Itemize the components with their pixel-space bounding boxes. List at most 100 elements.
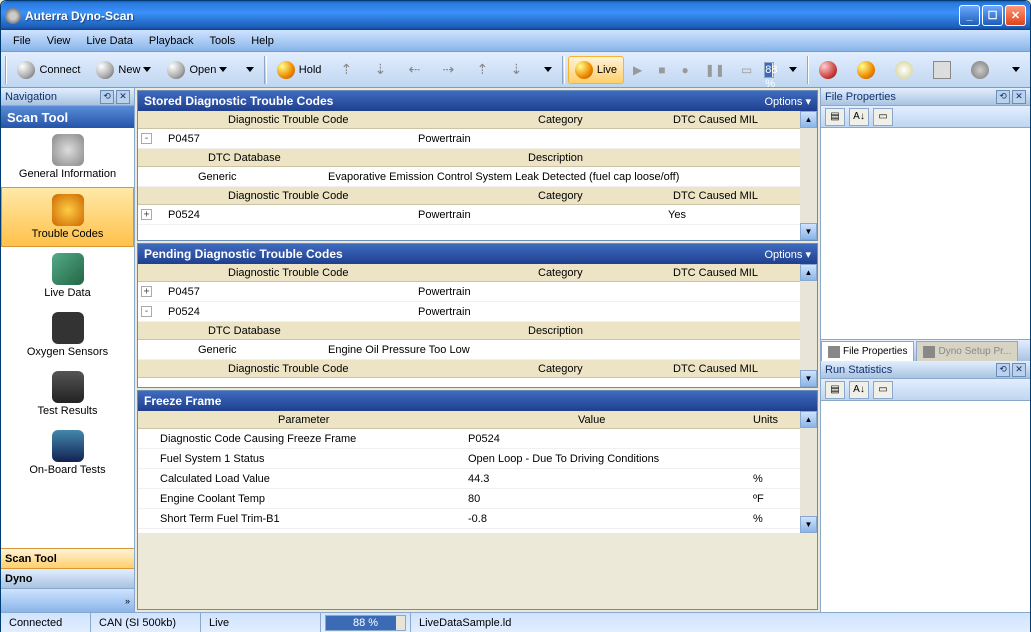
nav-onboard-tests[interactable]: On-Board Tests (1, 424, 134, 483)
grip[interactable] (807, 56, 809, 84)
dropdown-button[interactable] (779, 56, 804, 84)
scroll-up[interactable]: ▲ (800, 264, 817, 281)
stored-row-p0524[interactable]: + P0524 Powertrain Yes (138, 205, 817, 225)
arrow-btn-1[interactable]: ⇡ (330, 56, 362, 84)
tool-btn-1[interactable] (812, 56, 848, 84)
scroll-up[interactable]: ▲ (800, 111, 817, 128)
tool-btn-3[interactable] (926, 56, 962, 84)
pin-button[interactable]: ⟲ (100, 90, 114, 104)
expand-button[interactable]: + (141, 286, 152, 297)
sort-button[interactable]: A↓ (849, 108, 869, 126)
scrollbar[interactable]: ▲▼ (800, 111, 817, 240)
scroll-down[interactable]: ▼ (800, 516, 817, 533)
pin-button[interactable]: ⟲ (996, 90, 1010, 104)
arrow-btn-3[interactable]: ⇠ (398, 56, 430, 84)
live-button[interactable]: Live (568, 56, 624, 84)
nav-test-results[interactable]: Test Results (1, 365, 134, 424)
new-button[interactable]: New (89, 56, 158, 84)
menu-playback[interactable]: Playback (141, 33, 202, 49)
arrow-btn-6[interactable]: ⇣ (500, 56, 532, 84)
scroll-up[interactable]: ▲ (800, 411, 817, 428)
collapse-button[interactable]: - (141, 306, 152, 317)
open-button[interactable]: Open (160, 56, 234, 84)
scroll-down[interactable]: ▼ (800, 370, 817, 387)
nav-general-information[interactable]: General Information (1, 128, 134, 187)
hold-icon (277, 61, 295, 79)
pending-title: Pending Diagnostic Trouble Codes (144, 247, 343, 261)
pending-row-p0524[interactable]: - P0524 Powertrain (138, 302, 817, 322)
arrow-icon: ⇢ (439, 61, 457, 79)
menu-tools[interactable]: Tools (202, 33, 244, 49)
freeze-row[interactable]: Fuel System 1 StatusOpen Loop - Due To D… (138, 449, 817, 469)
menu-livedata[interactable]: Live Data (78, 33, 140, 49)
freeze-row[interactable]: Calculated Load Value44.3% (138, 469, 817, 489)
arrow-icon: ⇡ (473, 61, 491, 79)
close-button[interactable]: ✕ (1005, 5, 1026, 26)
menu-file[interactable]: File (5, 33, 39, 49)
arrow-btn-5[interactable]: ⇡ (466, 56, 498, 84)
sort-button[interactable]: A↓ (849, 381, 869, 399)
stored-row-p0457[interactable]: - P0457 Powertrain (138, 129, 817, 149)
freeze-row[interactable]: Diagnostic Code Causing Freeze FrameP052… (138, 429, 817, 449)
stored-columns-2: Diagnostic Trouble Code Category DTC Cau… (138, 187, 817, 205)
scrollbar[interactable]: ▲▼ (800, 411, 817, 533)
dropdown-button[interactable] (236, 56, 261, 84)
pin-button[interactable]: ⟲ (996, 363, 1010, 377)
hold-button[interactable]: Hold (270, 56, 329, 84)
menu-help[interactable]: Help (243, 33, 282, 49)
props-button[interactable]: ▭ (873, 108, 893, 126)
categorize-button[interactable]: ▤ (825, 108, 845, 126)
menu-view[interactable]: View (39, 33, 79, 49)
nav-live-data[interactable]: Live Data (1, 247, 134, 306)
status-file: LiveDataSample.ld (411, 613, 1030, 632)
dropdown-button[interactable] (1002, 56, 1027, 84)
arrow-btn-2[interactable]: ⇣ (364, 56, 396, 84)
tool-btn-2[interactable] (850, 56, 886, 84)
pause-button[interactable]: ❚❚ (698, 56, 732, 84)
arrow-up-icon: ⇡ (337, 61, 355, 79)
connect-icon (17, 61, 35, 79)
panel-close-button[interactable]: ✕ (1012, 363, 1026, 377)
play-button[interactable]: ▶ (626, 56, 649, 84)
minimize-button[interactable]: _ (959, 5, 980, 26)
tab-dyno-setup[interactable]: Dyno Setup Pr... (916, 341, 1018, 361)
tab-file-properties[interactable]: File Properties (821, 341, 914, 361)
panel-close-button[interactable]: ✕ (116, 90, 130, 104)
scroll-down[interactable]: ▼ (800, 223, 817, 240)
dropdown-button[interactable] (534, 56, 559, 84)
panel-close-button[interactable]: ✕ (1012, 90, 1026, 104)
nav-trouble-codes[interactable]: Trouble Codes (1, 187, 134, 247)
stored-options[interactable]: Options ▾ (765, 95, 812, 108)
grip[interactable] (562, 56, 564, 84)
pending-options[interactable]: Options ▾ (765, 248, 812, 261)
freeze-row[interactable]: Short Term Fuel Trim-B1-0.8% (138, 509, 817, 529)
connect-button[interactable]: Connect (10, 56, 87, 84)
categorize-button[interactable]: ▤ (825, 381, 845, 399)
settings-btn[interactable] (964, 56, 1000, 84)
scrollbar[interactable]: ▲▼ (800, 264, 817, 387)
arrow-btn-4[interactable]: ⇢ (432, 56, 464, 84)
tool-icon (857, 61, 875, 79)
search-btn[interactable] (888, 56, 924, 84)
collapse-button[interactable]: - (141, 133, 152, 144)
grip[interactable] (5, 56, 7, 84)
pending-detail-row[interactable]: Generic Engine Oil Pressure Too Low (138, 340, 817, 360)
nav-accordion-scantool[interactable]: Scan Tool (1, 548, 134, 568)
nav-oxygen-sensors[interactable]: Oxygen Sensors (1, 306, 134, 365)
freeze-row[interactable]: Engine Coolant Temp80ºF (138, 489, 817, 509)
expand-button[interactable]: + (141, 209, 152, 220)
freeze-row[interactable]: Long Term Fuel Trim-B14.7% (138, 529, 817, 533)
navigation-panel: Navigation ⟲ ✕ Scan Tool General Informa… (1, 88, 135, 612)
oxygen-icon (52, 312, 84, 344)
grip[interactable] (264, 56, 266, 84)
counter-button[interactable]: ▭ (734, 56, 759, 84)
nav-accordion-dyno[interactable]: Dyno (1, 568, 134, 588)
maximize-button[interactable]: ☐ (982, 5, 1003, 26)
titlebar: Auterra Dyno-Scan _ ☐ ✕ (1, 1, 1030, 30)
stored-detail-row[interactable]: Generic Evaporative Emission Control Sys… (138, 167, 817, 187)
record-button[interactable]: ● (675, 56, 696, 84)
runstats-pane (821, 401, 1030, 612)
pending-row-p0457[interactable]: + P0457 Powertrain (138, 282, 817, 302)
props-button[interactable]: ▭ (873, 381, 893, 399)
stop-button[interactable]: ■ (651, 56, 672, 84)
